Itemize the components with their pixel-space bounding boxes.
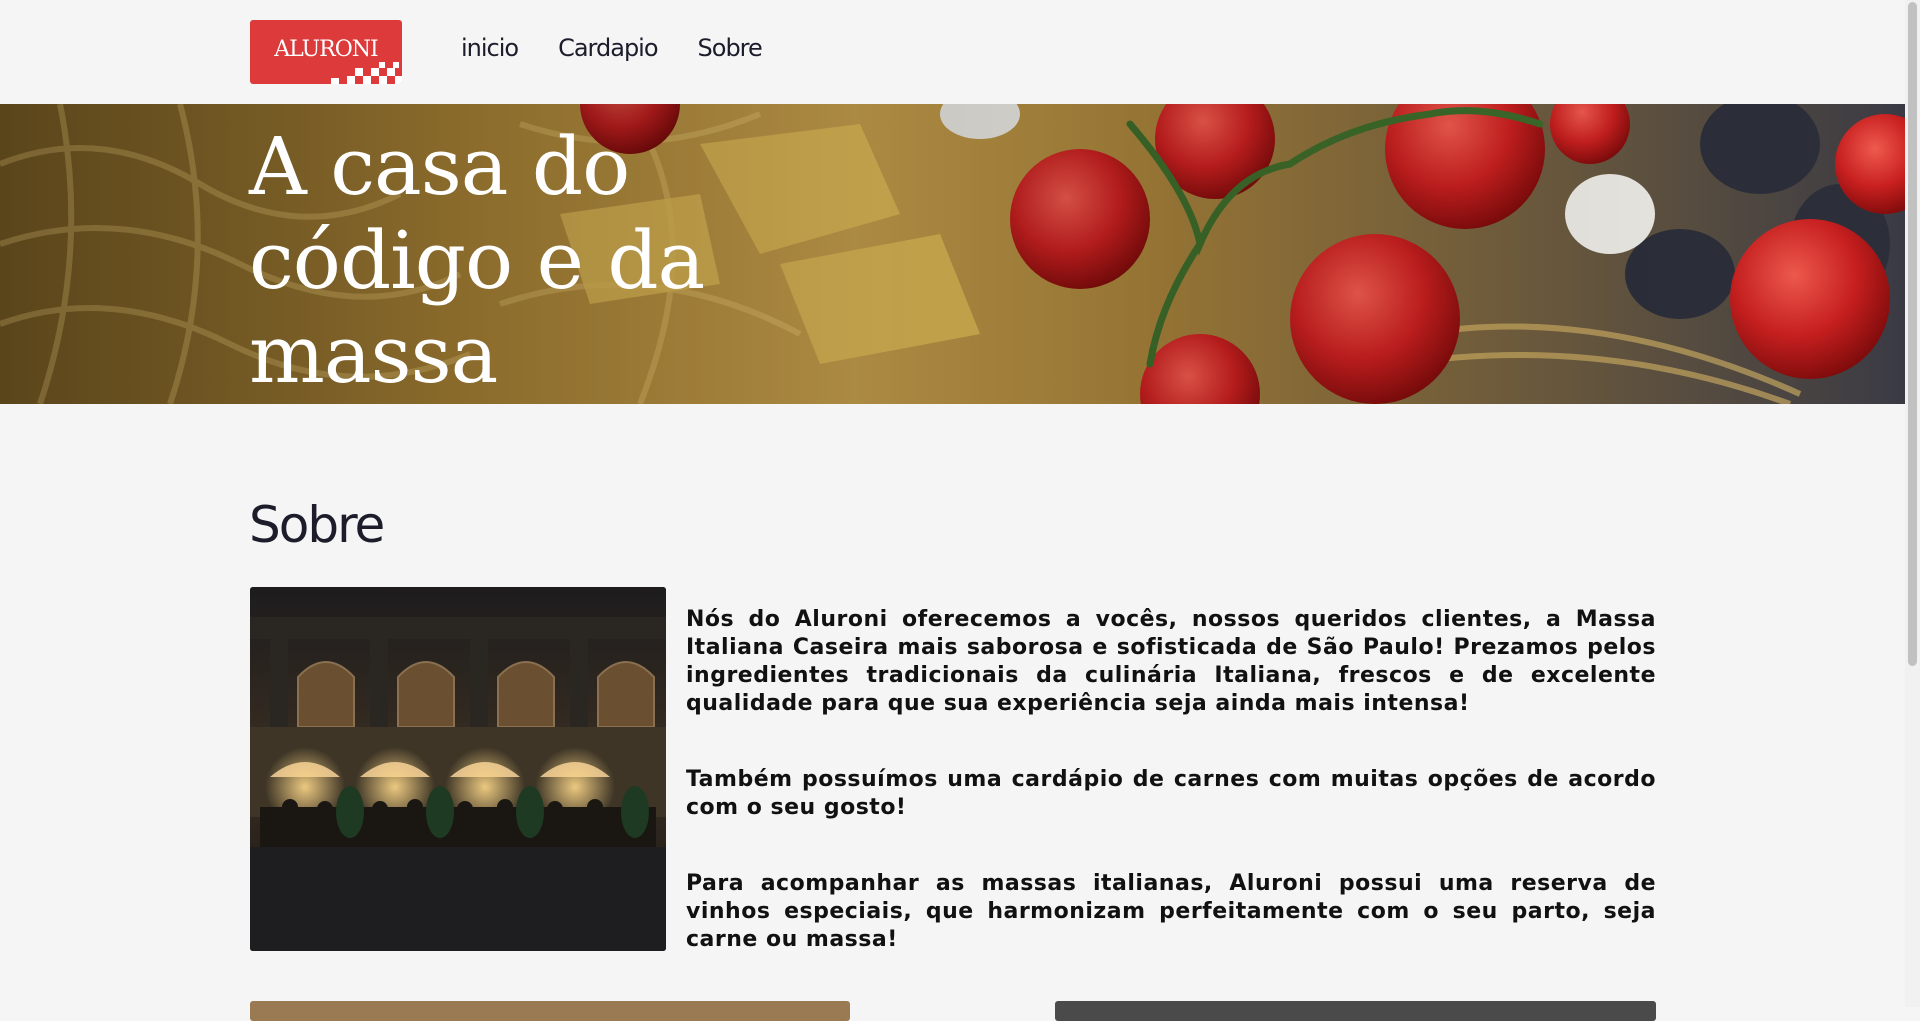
hero-title: A casa do código e da massa bbox=[249, 120, 705, 401]
hero-banner: A casa do código e da massa bbox=[0, 104, 1905, 404]
scrollbar-thumb[interactable] bbox=[1908, 2, 1917, 666]
nav-link-cardapio[interactable]: Cardapio bbox=[558, 34, 658, 62]
about-paragraph: Para acompanhar as massas italianas, Alu… bbox=[686, 871, 1656, 952]
logo-text: ALURONI bbox=[274, 36, 378, 62]
nav-link-inicio[interactable]: inicio bbox=[461, 34, 519, 62]
gallery-image-right bbox=[1055, 1001, 1656, 1021]
about-section-title: Sobre bbox=[249, 496, 385, 554]
about-paragraph: Também possuímos uma cardápio de carnes … bbox=[686, 767, 1656, 820]
gallery-image-left bbox=[250, 1001, 850, 1021]
restaurant-photo bbox=[250, 587, 666, 951]
site-header: ALURONI inicio Cardapio Sobre bbox=[0, 0, 1905, 104]
page-scrollbar[interactable] bbox=[1905, 0, 1920, 1007]
about-text: Nós do Aluroni oferecemos a vocês, nosso… bbox=[686, 606, 1656, 1002]
about-paragraph: Nós do Aluroni oferecemos a vocês, nosso… bbox=[686, 607, 1656, 716]
aluroni-logo[interactable]: ALURONI bbox=[250, 20, 402, 84]
checkered-pattern-icon bbox=[331, 62, 402, 84]
nav-link-sobre[interactable]: Sobre bbox=[698, 34, 763, 62]
restaurant-facade-image bbox=[250, 587, 666, 951]
main-nav: inicio Cardapio Sobre bbox=[461, 34, 763, 62]
